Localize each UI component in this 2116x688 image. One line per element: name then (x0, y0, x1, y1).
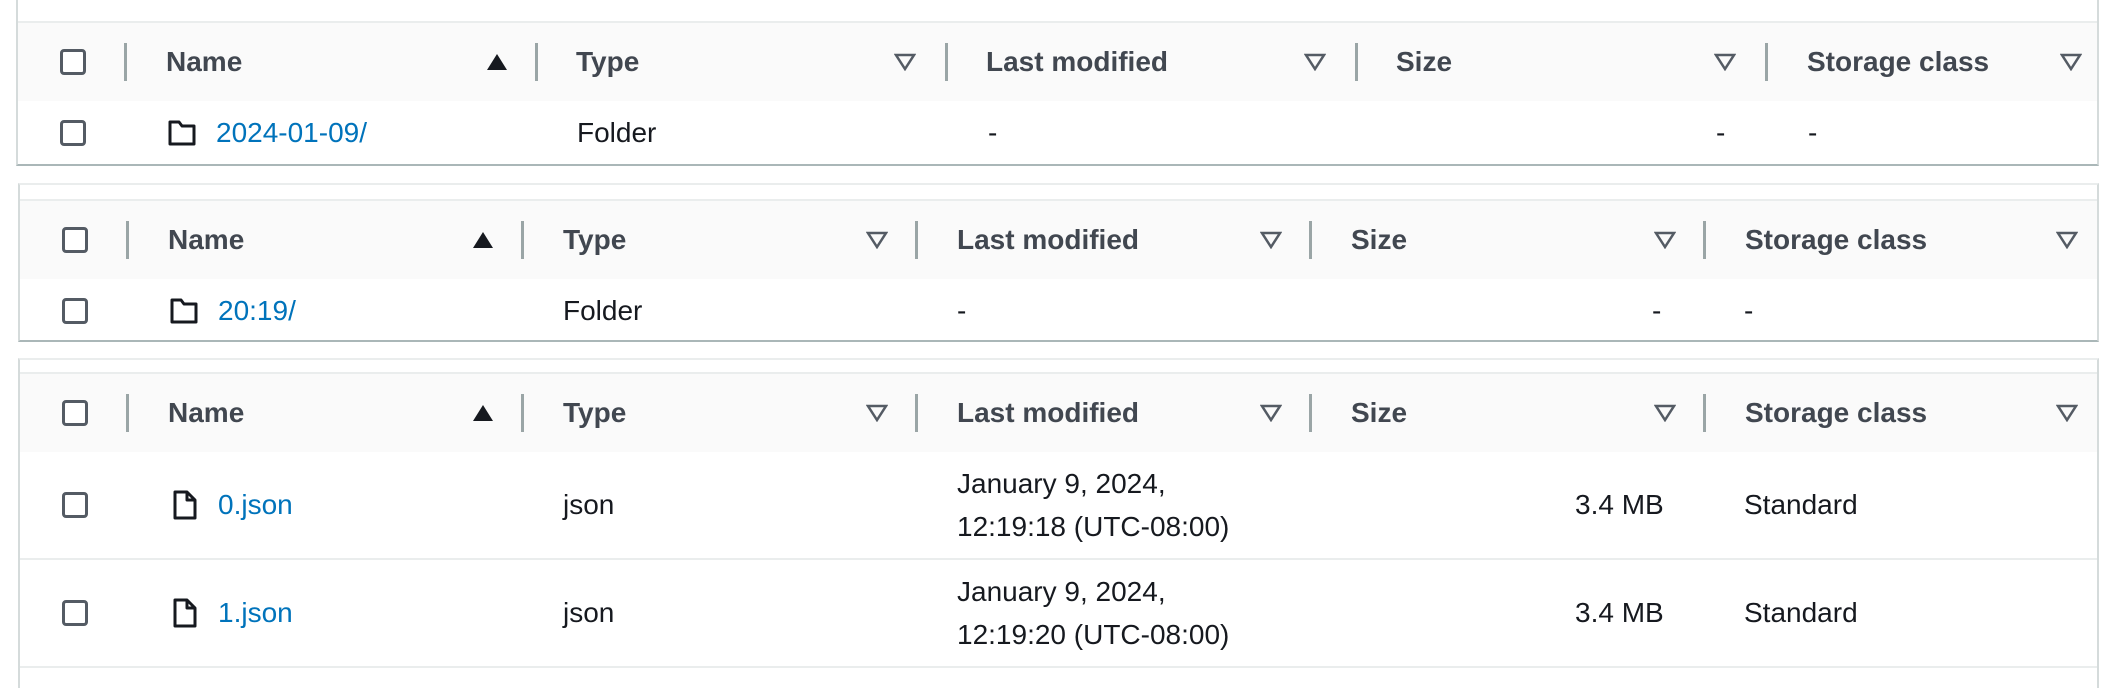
sort-descending-outline-icon[interactable] (1714, 53, 1736, 71)
column-divider[interactable] (1355, 43, 1358, 81)
column-header-name[interactable]: Name (166, 46, 242, 78)
objects-table-2: Name Type Last modified Size Storage cla… (18, 183, 2099, 342)
column-header-type[interactable]: Type (563, 224, 626, 256)
table-row[interactable]: 1.json json January 9, 2024, 12:19:20 (U… (20, 560, 2097, 668)
table-row[interactable]: 0.json json January 9, 2024, 12:19:18 (U… (20, 452, 2097, 560)
object-storage-class: Standard (1744, 597, 1858, 628)
column-header-size[interactable]: Size (1396, 46, 1452, 78)
folder-icon (170, 298, 198, 323)
column-divider[interactable] (124, 43, 127, 81)
object-type: Folder (577, 116, 657, 148)
object-storage-class: Standard (1744, 489, 1858, 520)
select-all-checkbox[interactable] (62, 400, 88, 426)
row-checkbox[interactable] (62, 492, 88, 518)
last-modified-date: January 9, 2024, (957, 576, 1166, 607)
column-header-storage-class[interactable]: Storage class (1807, 46, 1989, 78)
object-type: Folder (563, 294, 643, 326)
column-header-last-modified[interactable]: Last modified (957, 397, 1139, 429)
sort-descending-outline-icon[interactable] (1260, 404, 1282, 422)
last-modified-date: January 9, 2024, (957, 468, 1166, 499)
object-last-modified: January 9, 2024, 12:19:18 (UTC-08:00) (957, 462, 1229, 548)
last-modified-time: 12:19:18 (UTC-08:00) (957, 511, 1230, 542)
object-name-link[interactable]: 1.json (218, 597, 293, 629)
sort-descending-outline-icon[interactable] (866, 231, 888, 249)
column-divider[interactable] (945, 43, 948, 81)
object-name-link[interactable]: 0.json (218, 489, 293, 521)
object-storage-class: - (1808, 116, 1818, 148)
object-size: - (1652, 294, 1662, 326)
row-checkbox[interactable] (62, 297, 88, 324)
sort-ascending-icon[interactable] (472, 231, 494, 249)
column-header-storage-class[interactable]: Storage class (1745, 397, 1927, 429)
column-header-name[interactable]: Name (168, 397, 244, 429)
column-divider[interactable] (126, 394, 129, 432)
file-icon (173, 598, 197, 628)
sort-descending-outline-icon[interactable] (1304, 53, 1326, 71)
column-divider[interactable] (915, 394, 918, 432)
select-all-checkbox[interactable] (62, 227, 88, 253)
column-divider[interactable] (915, 221, 918, 259)
object-last-modified: January 9, 2024, 12:19:20 (UTC-08:00) (957, 570, 1229, 656)
sort-descending-outline-icon[interactable] (2060, 53, 2082, 71)
column-divider[interactable] (1309, 394, 1312, 432)
sort-descending-outline-icon[interactable] (1260, 231, 1282, 249)
sort-descending-outline-icon[interactable] (1654, 231, 1676, 249)
table-row[interactable]: 2024-01-09/ Folder - - - (18, 101, 2097, 164)
column-divider[interactable] (521, 394, 524, 432)
object-size: 3.4 MB (1575, 489, 1664, 520)
sort-ascending-icon[interactable] (486, 53, 508, 71)
object-last-modified: - (988, 116, 998, 148)
folder-icon (168, 120, 196, 145)
objects-table-1: Name Type Last modified Size Storage cla… (16, 0, 2099, 166)
objects-table-3: Name Type Last modified Size Storage cla… (18, 358, 2099, 688)
row-checkbox[interactable] (60, 119, 86, 146)
column-header-size[interactable]: Size (1351, 397, 1407, 429)
column-divider[interactable] (126, 221, 129, 259)
object-name-link[interactable]: 2024-01-09/ (216, 117, 367, 149)
column-divider[interactable] (1703, 394, 1706, 432)
object-name-link[interactable]: 20:19/ (218, 295, 296, 327)
column-header-type[interactable]: Type (576, 46, 639, 78)
last-modified-time: 12:19:20 (UTC-08:00) (957, 619, 1230, 650)
sort-descending-outline-icon[interactable] (1654, 404, 1676, 422)
table-header: Name Type Last modified Size Storage cla… (20, 372, 2097, 454)
column-header-storage-class[interactable]: Storage class (1745, 224, 1927, 256)
table-header: Name Type Last modified Size Storage cla… (20, 199, 2097, 281)
sort-descending-outline-icon[interactable] (2056, 231, 2078, 249)
column-header-name[interactable]: Name (168, 224, 244, 256)
object-type: json (563, 597, 615, 628)
object-type: json (563, 489, 615, 520)
column-divider[interactable] (1703, 221, 1706, 259)
sort-ascending-icon[interactable] (472, 404, 494, 422)
column-header-size[interactable]: Size (1351, 224, 1407, 256)
sort-descending-outline-icon[interactable] (2056, 404, 2078, 422)
column-header-last-modified[interactable]: Last modified (957, 224, 1139, 256)
table-header: Name Type Last modified Size Storage cla… (18, 21, 2097, 103)
select-all-checkbox[interactable] (60, 49, 86, 75)
sort-descending-outline-icon[interactable] (866, 404, 888, 422)
object-storage-class: - (1744, 294, 1754, 326)
column-divider[interactable] (1309, 221, 1312, 259)
object-last-modified: - (957, 294, 967, 326)
sort-descending-outline-icon[interactable] (894, 53, 916, 71)
column-header-last-modified[interactable]: Last modified (986, 46, 1168, 78)
row-checkbox[interactable] (62, 600, 88, 626)
table-row[interactable]: 20:19/ Folder - - - (20, 279, 2097, 340)
column-divider[interactable] (535, 43, 538, 81)
object-size: 3.4 MB (1575, 597, 1664, 628)
object-size: - (1716, 116, 1726, 148)
column-header-type[interactable]: Type (563, 397, 626, 429)
file-icon (173, 490, 197, 520)
column-divider[interactable] (521, 221, 524, 259)
column-divider[interactable] (1765, 43, 1768, 81)
